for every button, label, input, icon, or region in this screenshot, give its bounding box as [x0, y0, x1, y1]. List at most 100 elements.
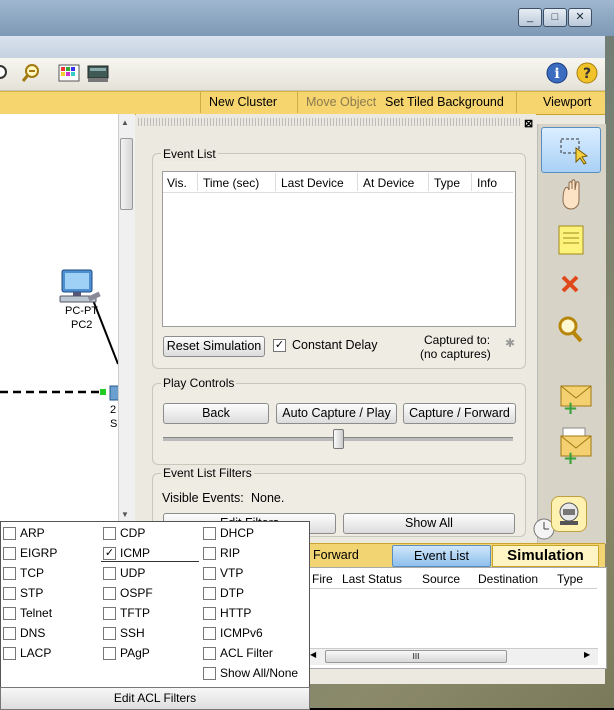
- filter-icmpv6-checkbox[interactable]: [203, 627, 216, 640]
- col-type[interactable]: Type: [434, 176, 460, 190]
- col-sep: [471, 173, 472, 191]
- col-sep: [197, 173, 198, 191]
- event-list-table[interactable]: [162, 171, 516, 327]
- filter-http-checkbox[interactable]: [203, 607, 216, 620]
- filter-eigrp-checkbox[interactable]: [3, 547, 16, 560]
- col-sep: [275, 173, 276, 191]
- add-simple-pdu-icon[interactable]: +: [541, 376, 599, 420]
- filter-tftp-checkbox[interactable]: [103, 607, 116, 620]
- close-window-button[interactable]: ✕: [568, 8, 592, 27]
- speed-slider-thumb[interactable]: [333, 429, 344, 449]
- filter-vtp-checkbox[interactable]: [203, 567, 216, 580]
- reset-simulation-button[interactable]: Reset Simulation: [163, 336, 265, 357]
- help-icon[interactable]: ?: [576, 62, 598, 84]
- filter-label: OSPF: [120, 586, 153, 600]
- constant-delay-checkbox[interactable]: ✓: [273, 339, 286, 352]
- play-controls-title: Play Controls: [161, 376, 237, 390]
- select-tool-icon[interactable]: [541, 127, 601, 173]
- scroll-up-icon[interactable]: ▲: [121, 118, 129, 127]
- filter-label: CDP: [120, 526, 146, 540]
- palette-icon[interactable]: [58, 62, 80, 84]
- filter-label: DHCP: [220, 526, 255, 540]
- filter-cdp-checkbox[interactable]: [103, 527, 116, 540]
- filter-ospf-checkbox[interactable]: [103, 587, 116, 600]
- filter-arp-checkbox[interactable]: [3, 527, 16, 540]
- filter-stp-checkbox[interactable]: [3, 587, 16, 600]
- event-list-tab[interactable]: Event List: [392, 545, 491, 567]
- simulation-mode-icon[interactable]: [551, 496, 587, 532]
- filter-label: SSH: [120, 626, 145, 640]
- filter-label: ACL Filter: [220, 646, 273, 660]
- add-complex-pdu-icon[interactable]: +: [541, 422, 599, 469]
- zoom-in-icon[interactable]: [0, 62, 18, 84]
- scroll-down-icon[interactable]: ▼: [121, 510, 129, 519]
- place-note-icon[interactable]: [541, 218, 599, 262]
- col-time[interactable]: Time (sec): [203, 176, 259, 190]
- filter-label: DNS: [20, 626, 46, 640]
- minimize-button[interactable]: _: [518, 8, 542, 27]
- col-info[interactable]: Info: [477, 176, 497, 190]
- workspace-scroll-thumb[interactable]: [120, 138, 133, 210]
- col-at-device[interactable]: At Device: [363, 176, 414, 190]
- visible-events-label: Visible Events:: [162, 491, 244, 505]
- pdu-scroll-thumb[interactable]: III: [325, 650, 507, 663]
- event-filters-title: Event List Filters: [161, 466, 254, 480]
- switch-label-line2: S: [110, 418, 118, 430]
- show-all-button[interactable]: Show All: [343, 513, 515, 534]
- scroll-left-icon[interactable]: ◀: [310, 650, 316, 659]
- pc-icon[interactable]: [58, 268, 102, 309]
- pdu-col-source[interactable]: Source: [422, 572, 460, 586]
- filter-label: RIP: [220, 546, 241, 560]
- filter-show-all-none-checkbox[interactable]: [203, 667, 216, 680]
- pdu-col-last-status[interactable]: Last Status: [342, 572, 402, 586]
- filter-lacp-checkbox[interactable]: [3, 647, 16, 660]
- col-vis[interactable]: Vis.: [167, 176, 187, 190]
- panel-close-icon[interactable]: ⊠: [524, 117, 533, 130]
- forward-label[interactable]: Forward: [313, 548, 359, 562]
- move-layout-icon[interactable]: [541, 172, 599, 216]
- filter-label: Show All/None: [220, 666, 299, 680]
- edit-acl-filters-button[interactable]: Edit ACL Filters: [0, 687, 310, 710]
- filter-pagp-checkbox[interactable]: [103, 647, 116, 660]
- filter-rip-checkbox[interactable]: [203, 547, 216, 560]
- panel-grip[interactable]: [138, 118, 522, 126]
- filter-tcp-checkbox[interactable]: [3, 567, 16, 580]
- filter-label: ICMPv6: [220, 626, 263, 640]
- filter-label: HTTP: [220, 606, 252, 620]
- pdu-col-destination[interactable]: Destination: [478, 572, 538, 586]
- menu-bar: [0, 36, 605, 58]
- filter-dhcp-checkbox[interactable]: [203, 527, 216, 540]
- back-button[interactable]: Back: [163, 403, 269, 424]
- col-last-device[interactable]: Last Device: [281, 176, 344, 190]
- filter-dns-checkbox[interactable]: [3, 627, 16, 640]
- filter-label: DTP: [220, 586, 244, 600]
- maximize-button[interactable]: □: [543, 8, 567, 27]
- filter-icmp-checkbox[interactable]: ✓: [103, 547, 116, 560]
- filter-acl-filter-checkbox[interactable]: [203, 647, 216, 660]
- scroll-right-icon[interactable]: ▶: [584, 650, 590, 659]
- filter-udp-checkbox[interactable]: [103, 567, 116, 580]
- visible-events-value: None.: [251, 491, 285, 505]
- inspect-icon[interactable]: [541, 308, 599, 352]
- pdu-header-divider: [309, 588, 597, 589]
- pdu-col-fire[interactable]: Fire: [312, 572, 333, 586]
- new-cluster-button[interactable]: New Cluster: [200, 91, 285, 113]
- viewport-button[interactable]: Viewport: [516, 91, 597, 113]
- event-list-title: Event List: [161, 147, 218, 161]
- capture-forward-button[interactable]: Capture / Forward: [403, 403, 516, 424]
- info-icon[interactable]: i: [546, 62, 568, 84]
- captured-to-label: Captured to:: [424, 333, 491, 347]
- delete-icon[interactable]: [541, 263, 599, 307]
- move-object-button[interactable]: Move Object: [297, 91, 384, 113]
- custom-device-icon[interactable]: [86, 62, 109, 84]
- svg-text:i: i: [554, 66, 559, 82]
- zoom-out-icon[interactable]: [20, 62, 42, 84]
- filter-dtp-checkbox[interactable]: [203, 587, 216, 600]
- pdu-col-type[interactable]: Type: [557, 572, 583, 586]
- filter-telnet-checkbox[interactable]: [3, 607, 16, 620]
- auto-capture-play-button[interactable]: Auto Capture / Play: [276, 403, 397, 424]
- svg-text:?: ?: [583, 66, 591, 82]
- simulation-tab[interactable]: Simulation: [492, 545, 599, 567]
- set-tiled-background-button[interactable]: Set Tiled Background: [377, 91, 512, 113]
- filter-ssh-checkbox[interactable]: [103, 627, 116, 640]
